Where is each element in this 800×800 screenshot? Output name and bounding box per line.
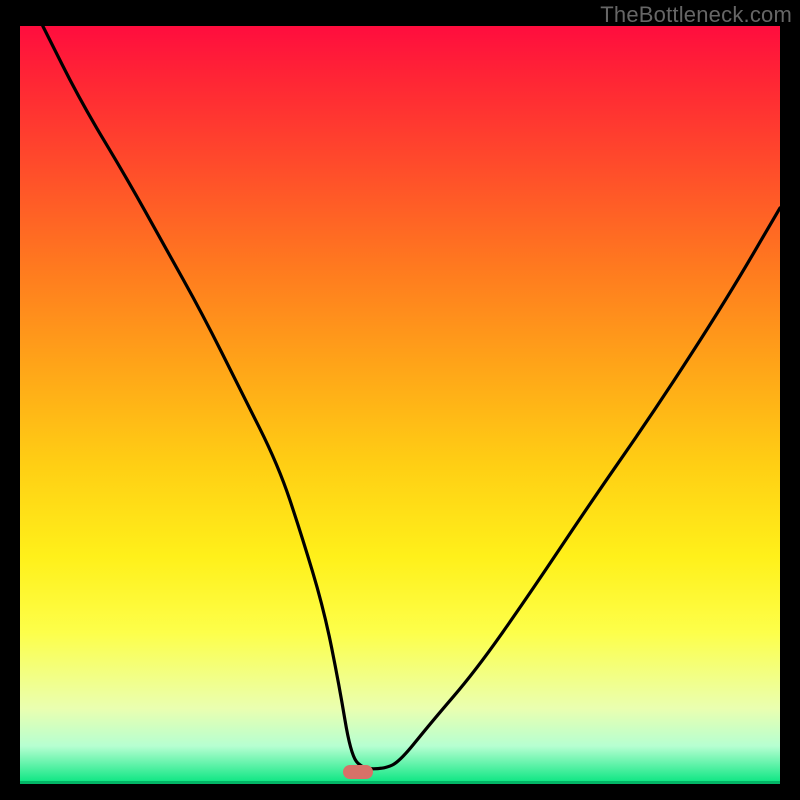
plot-area — [20, 26, 780, 784]
optimal-point-marker — [343, 765, 373, 779]
chart-frame: TheBottleneck.com — [0, 0, 800, 800]
bottleneck-curve — [43, 26, 780, 769]
attribution-text: TheBottleneck.com — [600, 2, 792, 28]
curve-svg — [20, 26, 780, 784]
